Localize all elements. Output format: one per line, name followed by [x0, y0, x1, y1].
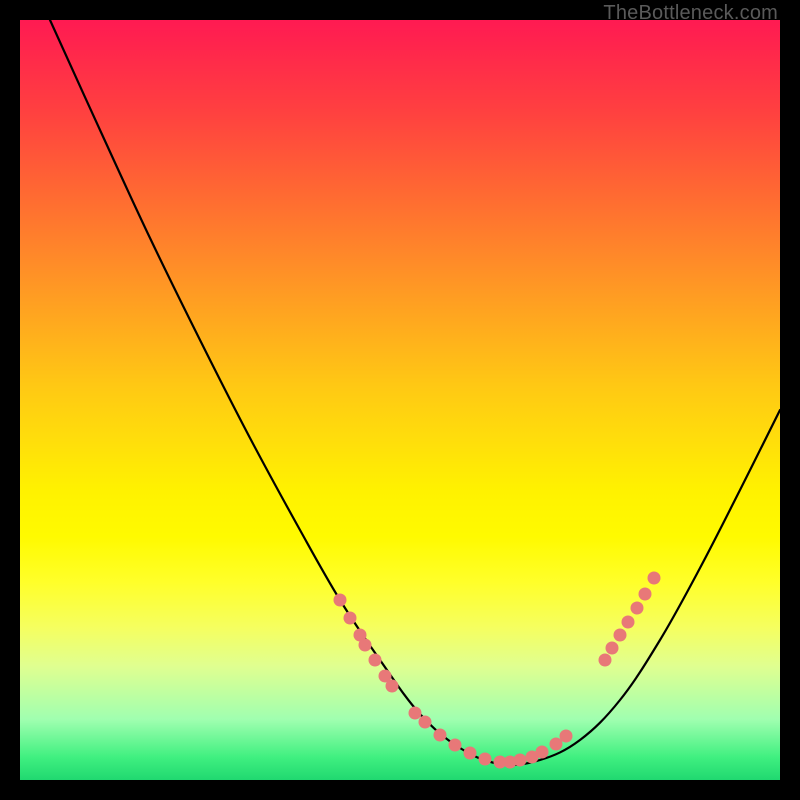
plot-area — [20, 20, 780, 780]
curve-svg — [20, 20, 780, 780]
scatter-point — [434, 729, 447, 742]
scatter-point — [464, 747, 477, 760]
scatter-point — [359, 639, 372, 652]
scatter-point — [344, 612, 357, 625]
scatter-point — [409, 707, 422, 720]
scatter-point — [622, 616, 635, 629]
chart-container: TheBottleneck.com — [0, 0, 800, 800]
scatter-point — [614, 629, 627, 642]
curve-line — [50, 20, 780, 765]
scatter-point — [334, 594, 347, 607]
scatter-point — [536, 746, 549, 759]
scatter-point — [599, 654, 612, 667]
curve-path — [50, 20, 780, 765]
scatter-point — [386, 680, 399, 693]
scatter-point — [631, 602, 644, 615]
scatter-point — [606, 642, 619, 655]
scatter-point — [639, 588, 652, 601]
scatter-point — [419, 716, 432, 729]
scatter-point — [369, 654, 382, 667]
scatter-point — [479, 753, 492, 766]
scatter-point — [648, 572, 661, 585]
scatter-point — [449, 739, 462, 752]
scatter-point — [560, 730, 573, 743]
scatter-point — [514, 754, 527, 767]
curve-dots — [334, 572, 661, 769]
